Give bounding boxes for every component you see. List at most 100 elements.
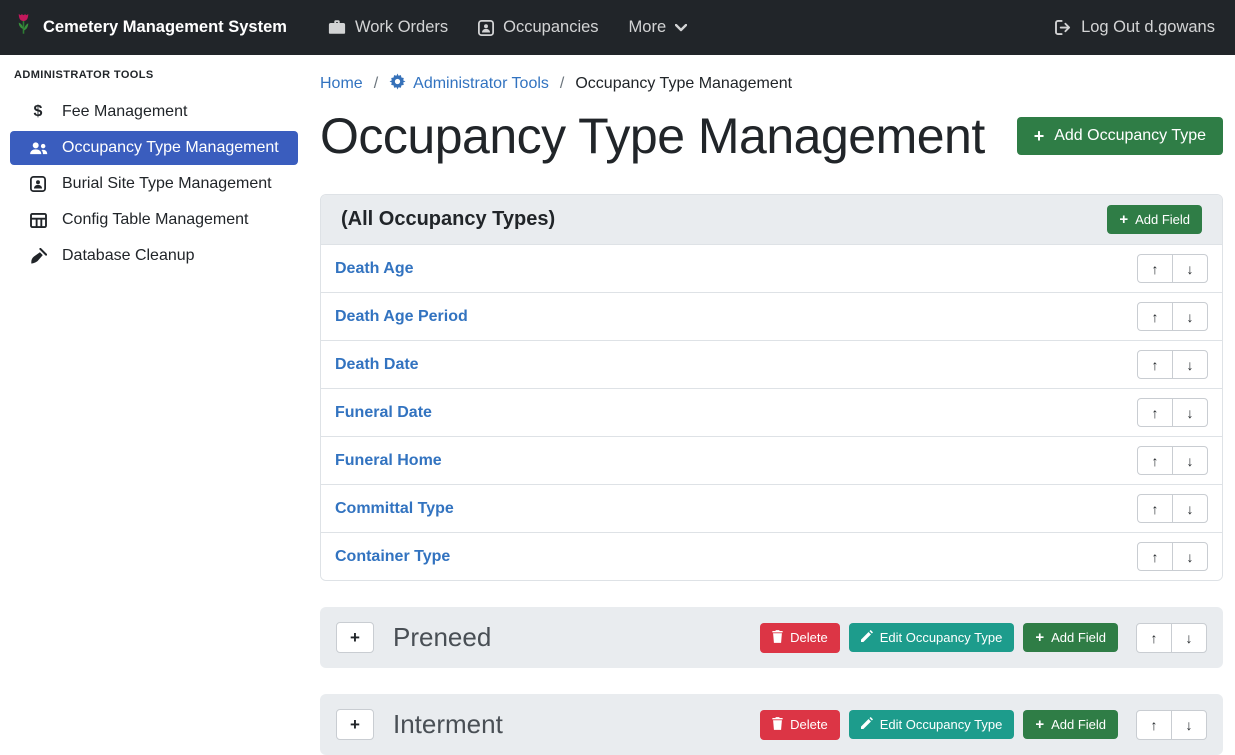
move-down-button[interactable]: ↓: [1172, 494, 1208, 523]
add-field-button[interactable]: + Add Field: [1023, 623, 1118, 652]
logout-button[interactable]: Log Out d.gowans: [1055, 18, 1215, 37]
occupancy-type-section: + Preneed Delete Edit Occupancy Type: [320, 607, 1223, 668]
sidebar-item-config-table-management[interactable]: Config Table Management: [10, 203, 298, 237]
all-occupancy-types-card: (All Occupancy Types) + Add Field Death …: [320, 194, 1223, 581]
move-down-button[interactable]: ↓: [1171, 710, 1207, 740]
move-up-button[interactable]: ↑: [1137, 446, 1173, 475]
sidebar-item-database-cleanup[interactable]: Database Cleanup: [10, 239, 298, 273]
table-row: Funeral Date ↑ ↓: [321, 389, 1222, 437]
table-row: Death Date ↑ ↓: [321, 341, 1222, 389]
brand[interactable]: Cemetery Management System: [14, 12, 287, 43]
reorder-buttons: ↑ ↓: [1137, 494, 1208, 523]
arrow-up-icon: ↑: [1152, 501, 1159, 517]
move-down-button[interactable]: ↓: [1171, 623, 1207, 653]
delete-button[interactable]: Delete: [760, 623, 840, 653]
breadcrumb: Home / Administrator Tools / Occupancy T…: [320, 72, 1223, 96]
add-occupancy-type-label: Add Occupancy Type: [1054, 127, 1206, 145]
section-actions: Delete Edit Occupancy Type + Add Field ↑…: [760, 623, 1207, 653]
arrow-up-icon: ↑: [1152, 549, 1159, 565]
move-up-button[interactable]: ↑: [1137, 494, 1173, 523]
field-link[interactable]: Death Age: [335, 260, 414, 278]
nav-item-label: Occupancies: [503, 18, 598, 37]
section-title: Interment: [393, 709, 503, 740]
work-orders-icon: [328, 20, 346, 35]
arrow-up-icon: ↑: [1152, 453, 1159, 469]
dollar-icon: $: [27, 103, 49, 121]
title-row: Occupancy Type Management + Add Occupanc…: [320, 106, 1223, 166]
sidebar-item-label: Fee Management: [62, 103, 187, 121]
nav-item-occupancies[interactable]: Occupancies: [478, 18, 598, 37]
field-link[interactable]: Container Type: [335, 548, 450, 566]
field-link[interactable]: Death Date: [335, 356, 419, 374]
move-up-button[interactable]: ↑: [1136, 623, 1172, 653]
plus-icon: +: [1035, 718, 1044, 731]
add-field-button[interactable]: + Add Field: [1107, 205, 1202, 234]
sections: + Preneed Delete Edit Occupancy Type: [320, 607, 1223, 755]
sidebar-item-label: Burial Site Type Management: [62, 175, 272, 193]
edit-occupancy-type-button[interactable]: Edit Occupancy Type: [849, 710, 1015, 739]
plus-icon: +: [1035, 631, 1044, 644]
sidebar-item-burial-site-type-management[interactable]: Burial Site Type Management: [10, 167, 298, 201]
field-link[interactable]: Committal Type: [335, 500, 454, 518]
move-up-button[interactable]: ↑: [1136, 710, 1172, 740]
move-down-button[interactable]: ↓: [1172, 254, 1208, 283]
users-icon: [27, 142, 49, 155]
move-down-button[interactable]: ↓: [1172, 398, 1208, 427]
occupancies-icon: [478, 20, 494, 36]
sidebar-item-occupancy-type-management[interactable]: Occupancy Type Management: [10, 131, 298, 165]
add-field-button[interactable]: + Add Field: [1023, 710, 1118, 739]
brand-title: Cemetery Management System: [43, 18, 287, 37]
field-rows: Death Age ↑ ↓ Death Age Period ↑ ↓ Death…: [321, 245, 1222, 580]
delete-button[interactable]: Delete: [760, 710, 840, 740]
card-header: (All Occupancy Types) + Add Field: [321, 195, 1222, 245]
move-up-button[interactable]: ↑: [1137, 350, 1173, 379]
reorder-buttons: ↑ ↓: [1137, 542, 1208, 571]
trash-icon: [772, 630, 783, 646]
nav-item-more[interactable]: More: [629, 18, 688, 37]
reorder-buttons: ↑ ↓: [1136, 623, 1207, 653]
move-down-button[interactable]: ↓: [1172, 446, 1208, 475]
sidebar-item-fee-management[interactable]: $ Fee Management: [10, 95, 298, 129]
move-up-button[interactable]: ↑: [1137, 302, 1173, 331]
plus-icon: +: [1034, 127, 1045, 145]
sidebar: ADMINISTRATOR TOOLS $ Fee Management Occ…: [0, 55, 308, 738]
table-icon: [27, 213, 49, 228]
move-up-button[interactable]: ↑: [1137, 398, 1173, 427]
tulip-logo-icon: [14, 12, 33, 43]
expand-section-button[interactable]: +: [336, 709, 374, 740]
field-link[interactable]: Funeral Home: [335, 452, 442, 470]
main-content: Home / Administrator Tools / Occupancy T…: [308, 55, 1235, 738]
arrow-up-icon: ↑: [1152, 309, 1159, 325]
expand-section-button[interactable]: +: [336, 622, 374, 653]
edit-occupancy-type-button[interactable]: Edit Occupancy Type: [849, 623, 1015, 652]
chevron-down-icon: [675, 24, 687, 32]
reorder-buttons: ↑ ↓: [1137, 350, 1208, 379]
field-link[interactable]: Death Age Period: [335, 308, 468, 326]
nav-item-work-orders[interactable]: Work Orders: [328, 18, 448, 37]
field-link[interactable]: Funeral Date: [335, 404, 432, 422]
add-field-label: Add Field: [1135, 212, 1190, 227]
breadcrumb-home-link[interactable]: Home: [320, 75, 363, 93]
move-down-button[interactable]: ↓: [1172, 542, 1208, 571]
arrow-down-icon: ↓: [1187, 501, 1194, 517]
move-up-button[interactable]: ↑: [1137, 542, 1173, 571]
breadcrumb-separator: /: [374, 75, 378, 93]
move-down-button[interactable]: ↓: [1172, 302, 1208, 331]
arrow-down-icon: ↓: [1187, 453, 1194, 469]
arrow-down-icon: ↓: [1187, 549, 1194, 565]
move-up-button[interactable]: ↑: [1137, 254, 1173, 283]
breadcrumb-current: Occupancy Type Management: [575, 75, 792, 93]
breadcrumb-link-label: Administrator Tools: [413, 75, 549, 93]
arrow-down-icon: ↓: [1187, 405, 1194, 421]
add-occupancy-type-button[interactable]: + Add Occupancy Type: [1017, 117, 1223, 155]
pencil-icon: [861, 717, 873, 732]
table-row: Funeral Home ↑ ↓: [321, 437, 1222, 485]
arrow-down-icon: ↓: [1187, 261, 1194, 277]
arrow-down-icon: ↓: [1187, 357, 1194, 373]
reorder-buttons: ↑ ↓: [1137, 398, 1208, 427]
reorder-buttons: ↑ ↓: [1137, 302, 1208, 331]
add-field-button-label: Add Field: [1051, 717, 1106, 732]
move-down-button[interactable]: ↓: [1172, 350, 1208, 379]
arrow-down-icon: ↓: [1187, 309, 1194, 325]
breadcrumb-admin-tools-link[interactable]: Administrator Tools: [389, 73, 549, 95]
